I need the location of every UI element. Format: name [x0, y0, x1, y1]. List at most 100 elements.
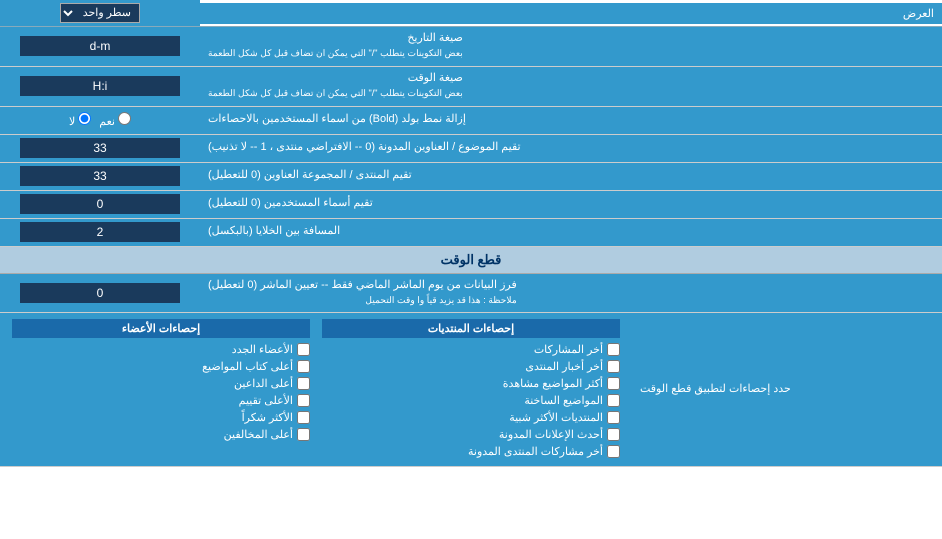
topic-sort-row: تقيم الموضوع / العناوين المدونة (0 -- ال… — [0, 135, 942, 163]
stats-checkbox-member-3[interactable] — [297, 377, 310, 390]
stats-col-forums-header: إحصاءات المنتديات — [322, 319, 620, 338]
stats-checkbox-forum-6[interactable] — [607, 428, 620, 441]
stats-item-forum-7-label: أخر مشاركات المنتدى المدونة — [468, 445, 603, 458]
date-format-label: صيغة التاريخبعض التكوينات يتطلب "/" التي… — [200, 27, 942, 66]
stats-item-member-2: أعلى كتاب المواضيع — [12, 358, 310, 375]
stats-item-member-5-label: الأكثر شكراً — [242, 411, 293, 424]
cutoff-days-input-cell — [0, 274, 200, 313]
stats-item-member-2-label: أعلى كتاب المواضيع — [202, 360, 293, 373]
stats-item-forum-4-label: المواضيع الساخنة — [524, 394, 603, 407]
stats-item-member-6-label: أعلى المخالفين — [224, 428, 293, 441]
cutoff-days-input[interactable] — [20, 283, 180, 303]
display-select[interactable]: سطر واحد سطران ثلاثة أسطر — [60, 3, 140, 23]
time-format-input[interactable] — [20, 76, 180, 96]
stats-item-member-1: الأعضاء الجدد — [12, 341, 310, 358]
bold-remove-yes-label: نعم — [99, 112, 131, 128]
stats-checkbox-forum-5[interactable] — [607, 411, 620, 424]
stats-col-members: إحصاءات الأعضاء الأعضاء الجدد أعلى كتاب … — [6, 317, 316, 462]
cutoff-days-label: فرز البيانات من يوم الماشر الماضي فقط --… — [200, 274, 942, 313]
stats-cols: إحصاءات المنتديات أخر المشاركات أخر أخبا… — [6, 317, 626, 462]
stats-checkbox-member-4[interactable] — [297, 394, 310, 407]
stats-item-forum-4: المواضيع الساخنة — [322, 392, 620, 409]
user-sort-input-cell — [0, 191, 200, 218]
topic-sort-label-text: تقيم الموضوع / العناوين المدونة (0 -- ال… — [208, 140, 521, 155]
cell-spacing-input-cell — [0, 219, 200, 246]
stats-item-member-5: الأكثر شكراً — [12, 409, 310, 426]
stats-item-forum-5: المنتديات الأكثر شبية — [322, 409, 620, 426]
stats-item-member-3: أعلى الداعين — [12, 375, 310, 392]
date-format-row: صيغة التاريخبعض التكوينات يتطلب "/" التي… — [0, 27, 942, 67]
display-row: العرض سطر واحد سطران ثلاثة أسطر — [0, 0, 942, 27]
bold-remove-radio-cell: نعم لا — [0, 107, 200, 134]
stats-item-forum-2: أخر أخبار المنتدى — [322, 358, 620, 375]
display-label: العرض — [200, 3, 942, 24]
forum-sort-label-text: تقيم المنتدى / المجموعة العناوين (0 للتع… — [208, 168, 412, 183]
stats-item-forum-2-label: أخر أخبار المنتدى — [525, 360, 603, 373]
bold-remove-yes-radio[interactable] — [118, 112, 131, 125]
stats-checkbox-forum-3[interactable] — [607, 377, 620, 390]
stats-item-member-3-label: أعلى الداعين — [234, 377, 293, 390]
time-format-label-text: صيغة الوقتبعض التكوينات يتطلب "/" التي ي… — [208, 71, 463, 102]
forum-sort-label: تقيم المنتدى / المجموعة العناوين (0 للتع… — [200, 163, 942, 190]
stats-item-member-6: أعلى المخالفين — [12, 426, 310, 443]
stats-item-forum-3: أكثر المواضيع مشاهدة — [322, 375, 620, 392]
cell-spacing-row: المسافة بين الخلايا (بالبكسل) — [0, 219, 942, 247]
cutoff-section-title: قطع الوقت — [441, 252, 502, 268]
topic-sort-input-cell — [0, 135, 200, 162]
display-select-cell: سطر واحد سطران ثلاثة أسطر — [0, 0, 200, 26]
user-sort-label-text: تقيم أسماء المستخدمين (0 للتعطيل) — [208, 196, 373, 211]
time-format-label: صيغة الوقتبعض التكوينات يتطلب "/" التي ي… — [200, 67, 942, 106]
user-sort-input[interactable] — [20, 194, 180, 214]
date-format-input[interactable] — [20, 36, 180, 56]
bold-remove-no-text: لا — [69, 116, 75, 128]
bold-remove-label: إزالة نمط بولد (Bold) من اسماء المستخدمي… — [200, 107, 942, 134]
stats-col-members-header: إحصاءات الأعضاء — [12, 319, 310, 338]
user-sort-label: تقيم أسماء المستخدمين (0 للتعطيل) — [200, 191, 942, 218]
stats-checkbox-member-6[interactable] — [297, 428, 310, 441]
settings-container: العرض سطر واحد سطران ثلاثة أسطر صيغة الت… — [0, 0, 942, 467]
stats-checkbox-forum-1[interactable] — [607, 343, 620, 356]
stats-section-label: حدد إحصاءات لتطبيق قطع الوقت — [632, 313, 942, 466]
cutoff-section-header: قطع الوقت — [0, 247, 942, 274]
topic-sort-input[interactable] — [20, 138, 180, 158]
stats-item-forum-6-label: أحدث الإعلانات المدونة — [499, 428, 603, 441]
user-sort-row: تقيم أسماء المستخدمين (0 للتعطيل) — [0, 191, 942, 219]
bold-remove-label-text: إزالة نمط بولد (Bold) من اسماء المستخدمي… — [208, 112, 466, 127]
stats-item-forum-5-label: المنتديات الأكثر شبية — [509, 411, 603, 424]
stats-checkbox-forum-2[interactable] — [607, 360, 620, 373]
stats-item-forum-1-label: أخر المشاركات — [534, 343, 603, 356]
cutoff-days-row: فرز البيانات من يوم الماشر الماضي فقط --… — [0, 274, 942, 314]
bold-remove-row: إزالة نمط بولد (Bold) من اسماء المستخدمي… — [0, 107, 942, 135]
stats-item-member-4-label: الأعلى تقييم — [239, 394, 293, 407]
stats-checkbox-member-2[interactable] — [297, 360, 310, 373]
stats-item-forum-6: أحدث الإعلانات المدونة — [322, 426, 620, 443]
stats-item-forum-7: أخر مشاركات المنتدى المدونة — [322, 443, 620, 460]
date-format-input-cell — [0, 27, 200, 66]
bold-remove-no-radio[interactable] — [78, 112, 91, 125]
stats-item-forum-3-label: أكثر المواضيع مشاهدة — [503, 377, 603, 390]
cutoff-days-label-text: فرز البيانات من يوم الماشر الماضي فقط --… — [208, 278, 517, 309]
stats-columns-container: إحصاءات المنتديات أخر المشاركات أخر أخبا… — [0, 313, 632, 466]
stats-item-member-4: الأعلى تقييم — [12, 392, 310, 409]
stats-checkbox-member-1[interactable] — [297, 343, 310, 356]
stats-col-forums: إحصاءات المنتديات أخر المشاركات أخر أخبا… — [316, 317, 626, 462]
forum-sort-row: تقيم المنتدى / المجموعة العناوين (0 للتع… — [0, 163, 942, 191]
forum-sort-input-cell — [0, 163, 200, 190]
bold-remove-no-label: لا — [69, 112, 91, 128]
stats-checkbox-member-5[interactable] — [297, 411, 310, 424]
stats-checkbox-forum-4[interactable] — [607, 394, 620, 407]
cell-spacing-label: المسافة بين الخلايا (بالبكسل) — [200, 219, 942, 246]
bold-remove-yes-text: نعم — [99, 116, 115, 128]
topic-sort-label: تقيم الموضوع / العناوين المدونة (0 -- ال… — [200, 135, 942, 162]
stats-item-forum-1: أخر المشاركات — [322, 341, 620, 358]
time-format-row: صيغة الوقتبعض التكوينات يتطلب "/" التي ي… — [0, 67, 942, 107]
time-format-input-cell — [0, 67, 200, 106]
date-format-label-text: صيغة التاريخبعض التكوينات يتطلب "/" التي… — [208, 31, 463, 62]
forum-sort-input[interactable] — [20, 166, 180, 186]
cell-spacing-label-text: المسافة بين الخلايا (بالبكسل) — [208, 224, 340, 239]
stats-section-row: حدد إحصاءات لتطبيق قطع الوقت إحصاءات الم… — [0, 313, 942, 467]
stats-section-label-text: حدد إحصاءات لتطبيق قطع الوقت — [640, 382, 791, 397]
cell-spacing-input[interactable] — [20, 222, 180, 242]
stats-checkbox-forum-7[interactable] — [607, 445, 620, 458]
stats-item-member-1-label: الأعضاء الجدد — [232, 343, 293, 356]
